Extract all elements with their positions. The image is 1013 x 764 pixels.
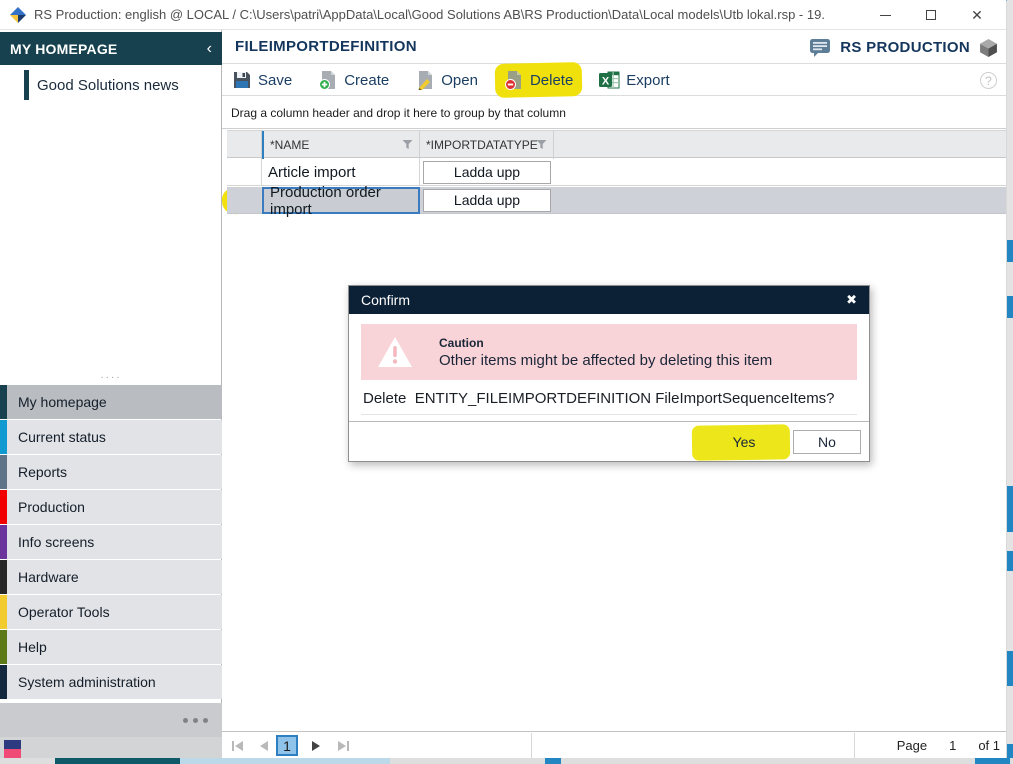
svg-text:X: X (602, 76, 610, 88)
sidebar-item-good-solutions-news[interactable]: Good Solutions news (0, 70, 222, 100)
desktop-edge-strip (1007, 0, 1013, 758)
save-button[interactable]: Save (232, 70, 292, 90)
delete-icon (504, 70, 524, 90)
news-item-accent-bar (24, 70, 29, 100)
row-indicator-cell[interactable] (227, 187, 262, 213)
sidebar-item-operator-tools[interactable]: Operator Tools (0, 595, 222, 629)
sidebar-item-production[interactable]: Production (0, 490, 222, 524)
page-of-label: of 1 (978, 738, 1000, 753)
sidebar-item-info-screens[interactable]: Info screens (0, 525, 222, 559)
last-page-icon (338, 741, 346, 751)
first-page-button[interactable] (232, 732, 243, 759)
create-icon (318, 70, 338, 90)
previous-page-icon (260, 741, 268, 751)
toolbar: Save Create (222, 65, 1006, 96)
group-by-bar[interactable]: Drag a column header and drop it here to… (222, 97, 1006, 129)
sidebar-item-help[interactable]: Help (0, 630, 222, 664)
excel-icon: X (599, 70, 620, 90)
page-number: 1 (949, 738, 956, 753)
pagination-bar: 1 Page 1 of 1 (222, 731, 1006, 758)
caution-message: Other items might be affected by deletin… (439, 352, 772, 369)
ladda-upp-button[interactable]: Ladda upp (423, 161, 551, 184)
sidebar-splitter-handle[interactable]: ···· (0, 374, 222, 384)
app-window: RS Production: english @ LOCAL / C:\User… (0, 0, 1013, 764)
next-page-icon (312, 741, 320, 751)
minimize-button[interactable] (862, 0, 908, 30)
warning-triangle-icon (377, 336, 413, 368)
sidebar-footer (0, 737, 222, 758)
name-cell[interactable]: Production order import (262, 187, 420, 214)
page-label: Page (897, 738, 927, 753)
good-solutions-logo (4, 740, 21, 758)
name-cell[interactable]: Article import (262, 159, 420, 185)
confirm-dialog: Confirm ✖ Caution Other items might be a… (348, 285, 870, 462)
maximize-button[interactable] (908, 0, 954, 30)
sidebar-nav: My homepage Current status Reports Produ… (0, 385, 222, 700)
next-page-button[interactable] (312, 732, 320, 759)
dialog-title: Confirm (361, 292, 846, 308)
dialog-message: Delete ENTITY_FILEIMPORTDEFINITION FileI… (361, 380, 857, 415)
yes-button[interactable]: Yes (703, 430, 785, 454)
titlebar: RS Production: english @ LOCAL / C:\User… (0, 0, 1006, 30)
content-header: FILEIMPORTDEFINITION RS PRODUCTION (222, 30, 1006, 64)
first-page-icon (235, 741, 243, 751)
sidebar-item-my-homepage[interactable]: My homepage (0, 385, 222, 419)
create-button[interactable]: Create (318, 70, 389, 90)
sidebar-item-system-administration[interactable]: System administration (0, 665, 222, 699)
pager-divider (531, 733, 532, 759)
page-title: FILEIMPORTDEFINITION (235, 30, 417, 64)
no-button[interactable]: No (793, 430, 861, 454)
dialog-close-icon[interactable]: ✖ (846, 292, 857, 308)
table-row[interactable]: Article import Ladda upp (227, 159, 1006, 186)
open-icon (415, 70, 435, 90)
page-status: Page 1 of 1 (897, 732, 1000, 759)
filter-icon[interactable] (536, 139, 547, 150)
overflow-dots-icon (183, 718, 208, 723)
table-header: *NAME *IMPORTDATATYPE (227, 130, 1006, 158)
sidebar-title: MY HOMEPAGE (10, 41, 207, 57)
group-by-hint: Drag a column header and drop it here to… (231, 106, 566, 120)
sidebar-item-current-status[interactable]: Current status (0, 420, 222, 454)
column-header-importdatatype[interactable]: *IMPORTDATATYPE (420, 131, 554, 159)
pager-divider (854, 733, 855, 759)
caution-title: Caution (439, 336, 772, 350)
ladda-upp-button[interactable]: Ladda upp (423, 189, 551, 212)
open-button[interactable]: Open (415, 70, 478, 90)
sidebar-header: MY HOMEPAGE ‹ (0, 32, 222, 65)
current-page-button[interactable]: 1 (276, 735, 298, 756)
column-header-name[interactable]: *NAME (262, 131, 420, 159)
sidebar-item-hardware[interactable]: Hardware (0, 560, 222, 594)
close-button[interactable]: ✕ (954, 0, 1000, 30)
minimize-icon (880, 15, 891, 16)
sidebar-overflow-button[interactable] (0, 703, 222, 737)
table-row-selected[interactable]: Production order import Ladda upp (227, 187, 1006, 214)
app-logo-icon (10, 7, 26, 23)
filter-icon[interactable] (402, 139, 413, 150)
row-indicator-column-header (227, 131, 262, 159)
sidebar-item-reports[interactable]: Reports (0, 455, 222, 489)
help-icon[interactable]: ? (980, 72, 997, 89)
collapse-sidebar-icon[interactable]: ‹ (207, 41, 212, 57)
delete-button[interactable]: Delete (504, 70, 573, 90)
chat-icon[interactable] (809, 38, 831, 57)
sidebar: MY HOMEPAGE ‹ Good Solutions news ···· M… (0, 30, 222, 758)
dialog-footer: Yes No (349, 421, 869, 461)
importdatatype-cell: Ladda upp (420, 187, 554, 213)
brand-label: RS PRODUCTION (840, 39, 970, 56)
cube-icon[interactable] (979, 38, 998, 57)
maximize-icon (926, 10, 936, 20)
close-icon: ✕ (971, 7, 983, 24)
importdatatype-cell: Ladda upp (420, 159, 554, 185)
previous-page-button[interactable] (260, 732, 268, 759)
export-button[interactable]: X Export (599, 70, 669, 90)
last-page-button[interactable] (338, 732, 349, 759)
window-title: RS Production: english @ LOCAL / C:\User… (34, 0, 824, 30)
caution-banner: Caution Other items might be affected by… (361, 324, 857, 380)
desktop-bottom-strip (0, 758, 1013, 764)
row-indicator-cell[interactable] (227, 159, 262, 185)
save-icon (232, 70, 252, 90)
dialog-titlebar[interactable]: Confirm ✖ (349, 286, 869, 314)
